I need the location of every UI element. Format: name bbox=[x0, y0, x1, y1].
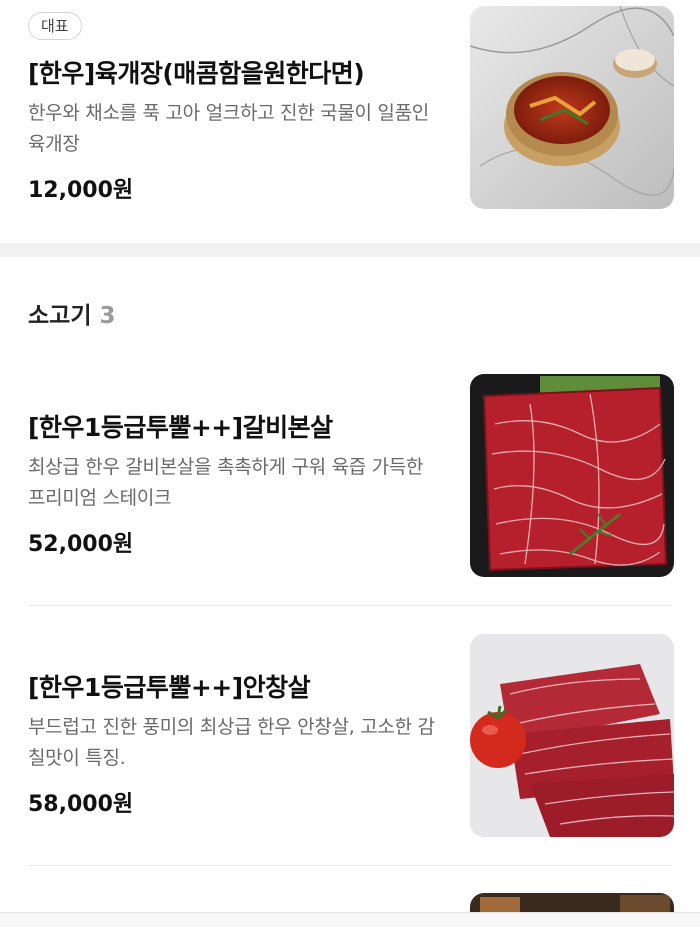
yukgaejang-photo[interactable] bbox=[470, 6, 674, 209]
menu-item[interactable]: [한우1등급투뿔++]갈비본살 최상급 한우 갈비본살을 촉촉하게 구워 육즙 … bbox=[0, 360, 700, 604]
category-count: 3 bbox=[99, 303, 116, 329]
menu-item-description: 최상급 한우 갈비본살을 촉촉하게 구워 육즙 가득한 프리미엄 스테이크 bbox=[28, 456, 424, 509]
item-separator bbox=[28, 865, 672, 866]
menu-item-price: 58,000원 bbox=[28, 792, 134, 817]
next-item-photo[interactable] bbox=[470, 893, 674, 912]
anchang-beef-photo[interactable] bbox=[470, 634, 674, 837]
menu-item-description: 한우와 채소를 푹 고아 얼크하고 진한 국물이 일품인 육개장 bbox=[28, 102, 429, 155]
item-separator bbox=[28, 605, 672, 606]
category-title: 소고기 bbox=[28, 303, 92, 329]
menu-item-featured[interactable]: 대표 [한우]육개장(매콤함을원한다면) 한우와 채소를 푹 고아 얼크하고 진… bbox=[0, 0, 700, 243]
menu-item-name: [한우]육개장(매콤함을원한다면) bbox=[28, 59, 365, 88]
menu-item[interactable]: [한우1등급투뿔++]안창살 부드럽고 진한 풍미의 최상급 한우 안창살, 고… bbox=[0, 620, 700, 864]
menu-item-price: 52,000원 bbox=[28, 532, 134, 557]
section-divider bbox=[0, 243, 700, 257]
menu-item-name: [한우1등급투뿔++]갈비본살 bbox=[28, 413, 333, 442]
menu-item-price: 12,000원 bbox=[28, 178, 134, 203]
galbi-beef-photo[interactable] bbox=[470, 374, 674, 577]
category-header: 소고기 3 bbox=[28, 296, 116, 330]
menu-item-description: 부드럽고 진한 풍미의 최상급 한우 안창살, 고소한 감칠맛이 특징. bbox=[28, 716, 435, 769]
representative-badge: 대표 bbox=[28, 12, 82, 40]
menu-item-name: [한우1등급투뿔++]안창살 bbox=[28, 673, 311, 702]
bottom-bar bbox=[0, 912, 700, 927]
